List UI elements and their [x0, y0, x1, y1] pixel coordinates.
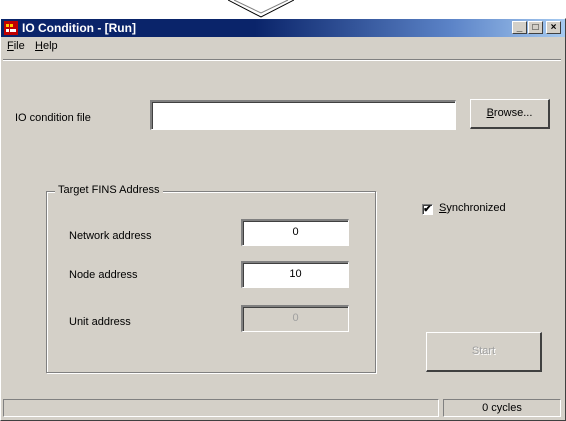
maximize-icon: □	[532, 22, 539, 33]
network-address-label: Network address	[69, 230, 152, 242]
top-notch-decoration	[228, 0, 294, 18]
minimize-icon: _	[516, 22, 523, 33]
menu-help[interactable]: Help	[35, 40, 58, 52]
unit-address-field[interactable]: 0	[241, 305, 349, 332]
io-condition-file-label: IO condition file	[15, 112, 91, 124]
status-pane-cycles: 0 cycles	[443, 399, 561, 417]
status-bar: 0 cycles	[3, 399, 563, 419]
maximize-button[interactable]: □	[528, 21, 543, 34]
group-title: Target FINS Address	[55, 184, 163, 196]
start-button[interactable]: Start	[426, 332, 542, 372]
close-button[interactable]: ×	[546, 21, 561, 34]
app-window: IO Condition - [Run] _ □ × File Help IO …	[0, 18, 566, 421]
minimize-button[interactable]: _	[512, 21, 527, 34]
status-pane-main	[3, 399, 439, 417]
window-title: IO Condition - [Run]	[22, 21, 136, 35]
check-icon: ✔	[422, 204, 433, 215]
close-icon: ×	[550, 22, 557, 33]
app-icon	[4, 21, 18, 35]
title-bar[interactable]: IO Condition - [Run] _ □ ×	[1, 19, 565, 37]
node-address-label: Node address	[69, 269, 138, 281]
io-condition-file-input[interactable]	[150, 100, 456, 130]
menu-separator	[3, 59, 561, 61]
menu-bar: File Help	[1, 37, 565, 57]
browse-button[interactable]: Browse...	[470, 99, 550, 129]
network-address-field[interactable]: 0	[241, 219, 349, 246]
synchronized-label: Synchronized	[439, 202, 506, 214]
node-address-field[interactable]: 10	[241, 261, 349, 288]
unit-address-label: Unit address	[69, 316, 131, 328]
menu-file[interactable]: File	[7, 40, 25, 52]
